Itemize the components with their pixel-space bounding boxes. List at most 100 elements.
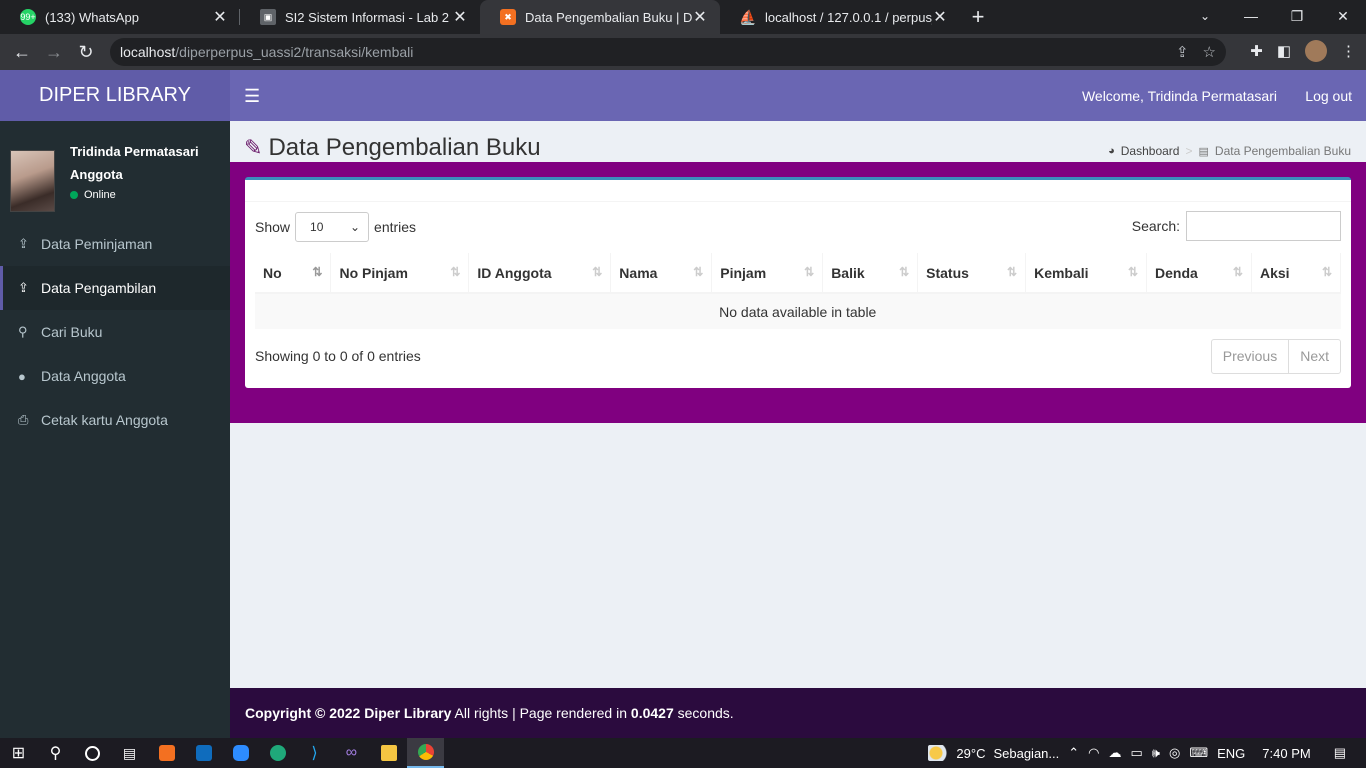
- address-bar[interactable]: i localhost/diperperpus_uassi2/transaksi…: [110, 38, 1226, 220]
- sidebar-item-data-pengambilan[interactable]: ⇪ Data Pengambilan: [0, 266, 230, 310]
- tab-search-icon[interactable]: ⌄: [1193, 0, 1217, 32]
- cortana-icon[interactable]: [74, 738, 111, 768]
- vscode-icon[interactable]: ⟩: [296, 738, 333, 768]
- user-avatar: [10, 150, 55, 212]
- table-row: No data available in table: [255, 292, 1341, 329]
- notification-icon[interactable]: ▤: [1334, 745, 1346, 761]
- menu-kebab-icon[interactable]: ⋮: [1341, 42, 1356, 60]
- back-button[interactable]: ←: [6, 42, 38, 63]
- weather-widget[interactable]: 29°C Sebagian...: [928, 745, 1059, 761]
- browser-toolbar: ← → ↻ i localhost/diperperpus_uassi2/tra…: [0, 34, 1366, 220]
- previous-button[interactable]: Previous: [1212, 340, 1288, 373]
- sidebar-item-cari-buku[interactable]: ⚲ Cari Buku: [0, 310, 230, 354]
- phpmyadmin-icon: ⛵: [739, 8, 757, 25]
- column-header-no[interactable]: No ⇅: [255, 253, 332, 294]
- whatsapp-icon: 99+: [20, 9, 36, 25]
- volume-icon[interactable]: 🕪: [1152, 745, 1160, 761]
- windows-taskbar: ⊞ ⚲ ▤ ⟩ ∞ 29°C Sebagian... ⌃ ◠ ☁ ▭ 🕪 ◎ ⌨…: [0, 738, 1366, 768]
- tab-pengembalian[interactable]: ✖ Data Pengembalian Buku | Diper ✕: [480, 0, 720, 34]
- mail-icon[interactable]: [185, 738, 222, 768]
- search-icon[interactable]: ⚲: [37, 738, 74, 768]
- xampp-icon[interactable]: [148, 738, 185, 768]
- close-icon[interactable]: ✕: [932, 7, 948, 27]
- browser-tab-bar: 99+ (133) WhatsApp ✕ ▣ SI2 Sistem Inform…: [0, 0, 1366, 34]
- breadcrumb-separator: >: [1185, 144, 1193, 158]
- task-view-icon[interactable]: ▤: [111, 738, 148, 768]
- column-header-nama[interactable]: Nama ⇅: [610, 253, 713, 294]
- logout-link[interactable]: Log out: [1305, 88, 1352, 104]
- sort-icon: ⇅: [1232, 265, 1243, 279]
- pagination: Previous Next: [1210, 339, 1341, 374]
- close-window-button[interactable]: ✕: [1320, 0, 1366, 34]
- zoom-icon[interactable]: [222, 738, 259, 768]
- column-header-no-pinjam[interactable]: No Pinjam ⇅: [330, 253, 470, 294]
- wifi-icon[interactable]: ◠: [1088, 745, 1099, 761]
- minimize-button[interactable]: —: [1228, 0, 1274, 34]
- edge-icon[interactable]: [259, 738, 296, 768]
- close-icon[interactable]: ✕: [692, 7, 708, 27]
- user-icon: ●: [18, 368, 26, 384]
- column-header-aksi[interactable]: Aksi ⇅: [1251, 253, 1342, 294]
- new-tab-button[interactable]: +: [960, 0, 996, 34]
- restore-button[interactable]: ❐: [1274, 0, 1320, 34]
- column-header-denda[interactable]: Denda ⇅: [1146, 253, 1252, 294]
- entries-length: Show 10 ⌄ entries: [255, 212, 416, 242]
- cloud-icon[interactable]: ☁: [1109, 745, 1122, 761]
- tab-phpmyadmin[interactable]: ⛵ localhost / 127.0.0.1 / perpus_si2 ✕: [720, 0, 960, 34]
- next-button[interactable]: Next: [1288, 340, 1340, 373]
- xampp-icon: ✖: [500, 9, 516, 25]
- welcome-text[interactable]: Welcome, Tridinda Permatasari: [1082, 88, 1277, 104]
- column-header-balik[interactable]: Balik ⇅: [822, 253, 919, 294]
- tab-whatsapp[interactable]: 99+ (133) WhatsApp ✕: [0, 0, 240, 34]
- chrome-icon[interactable]: [407, 738, 444, 768]
- data-box: Show 10 ⌄ entries Search: No ⇅ No Pinjam ⇅…: [245, 177, 1351, 388]
- bookmark-star-icon[interactable]: ☆: [1203, 43, 1216, 61]
- url-path: /diperperpus_uassi2/transaksi/kembali: [175, 44, 414, 60]
- sort-icon: ⇅: [1007, 265, 1018, 279]
- column-header-id-anggota[interactable]: ID Anggota ⇅: [468, 253, 612, 294]
- column-header-pinjam[interactable]: Pinjam ⇅: [711, 253, 824, 294]
- camera-icon[interactable]: ◎: [1169, 745, 1180, 761]
- breadcrumb-dashboard[interactable]: Dashboard: [1121, 144, 1180, 158]
- classroom-icon: ▣: [260, 9, 276, 25]
- close-icon[interactable]: ✕: [212, 7, 228, 27]
- entries-value: 10: [310, 220, 324, 234]
- visual-studio-icon[interactable]: ∞: [333, 738, 370, 768]
- upload-icon: ⇪: [18, 236, 29, 251]
- sidebar-item-data-peminjaman[interactable]: ⇪ Data Peminjaman: [0, 222, 230, 266]
- user-panel: Tridinda Permatasari Anggota Online: [0, 121, 230, 221]
- app-logo[interactable]: DIPER LIBRARY: [0, 70, 230, 121]
- column-header-kembali[interactable]: Kembali ⇅: [1025, 253, 1148, 294]
- table-info: Showing 0 to 0 of 0 entries: [255, 348, 421, 364]
- sidebar-menu: ⇪ Data Peminjaman ⇪ Data Pengambilan ⚲ C…: [0, 222, 230, 442]
- close-icon[interactable]: ✕: [452, 7, 468, 27]
- sidebar-toggle-icon[interactable]: ☰: [244, 87, 260, 105]
- search-input[interactable]: [1186, 211, 1341, 241]
- sidebar-item-cetak-kartu[interactable]: ⎙ Cetak kartu Anggota: [0, 398, 230, 442]
- language-indicator[interactable]: ENG: [1217, 746, 1245, 761]
- profile-avatar[interactable]: [1305, 40, 1327, 62]
- sort-icon: ⇅: [804, 265, 815, 279]
- chevron-up-icon[interactable]: ⌃: [1068, 745, 1079, 761]
- forward-button[interactable]: →: [38, 42, 70, 63]
- windows-start-icon[interactable]: ⊞: [0, 738, 37, 768]
- keyboard-icon[interactable]: ⌨: [1189, 745, 1208, 761]
- sort-icon: ⇅: [450, 265, 461, 279]
- file-explorer-icon[interactable]: [370, 738, 407, 768]
- column-header-status[interactable]: Status ⇅: [917, 253, 1027, 294]
- extensions-icon[interactable]: ✚: [1250, 42, 1263, 60]
- entries-select[interactable]: 10 ⌄: [295, 212, 370, 242]
- battery-icon[interactable]: ▭: [1131, 745, 1143, 761]
- clock[interactable]: 7:40 PM: [1262, 746, 1310, 761]
- share-icon[interactable]: ⇪: [1176, 43, 1189, 61]
- file-icon: ▤: [1198, 145, 1209, 158]
- reload-button[interactable]: ↻: [70, 42, 102, 63]
- tab-title: (133) WhatsApp: [45, 9, 139, 25]
- footer-rights: All rights | Page rendered in: [451, 705, 631, 721]
- sidebar-item-label: Data Anggota: [41, 368, 126, 384]
- tab-classroom[interactable]: ▣ SI2 Sistem Informasi - Lab 2 ✕: [240, 0, 480, 34]
- sidebar-item-label: Data Peminjaman: [41, 236, 153, 252]
- url-host: localhost: [120, 44, 176, 60]
- side-panel-icon[interactable]: ◧: [1277, 42, 1291, 60]
- sidebar-item-data-anggota[interactable]: ● Data Anggota: [0, 354, 230, 398]
